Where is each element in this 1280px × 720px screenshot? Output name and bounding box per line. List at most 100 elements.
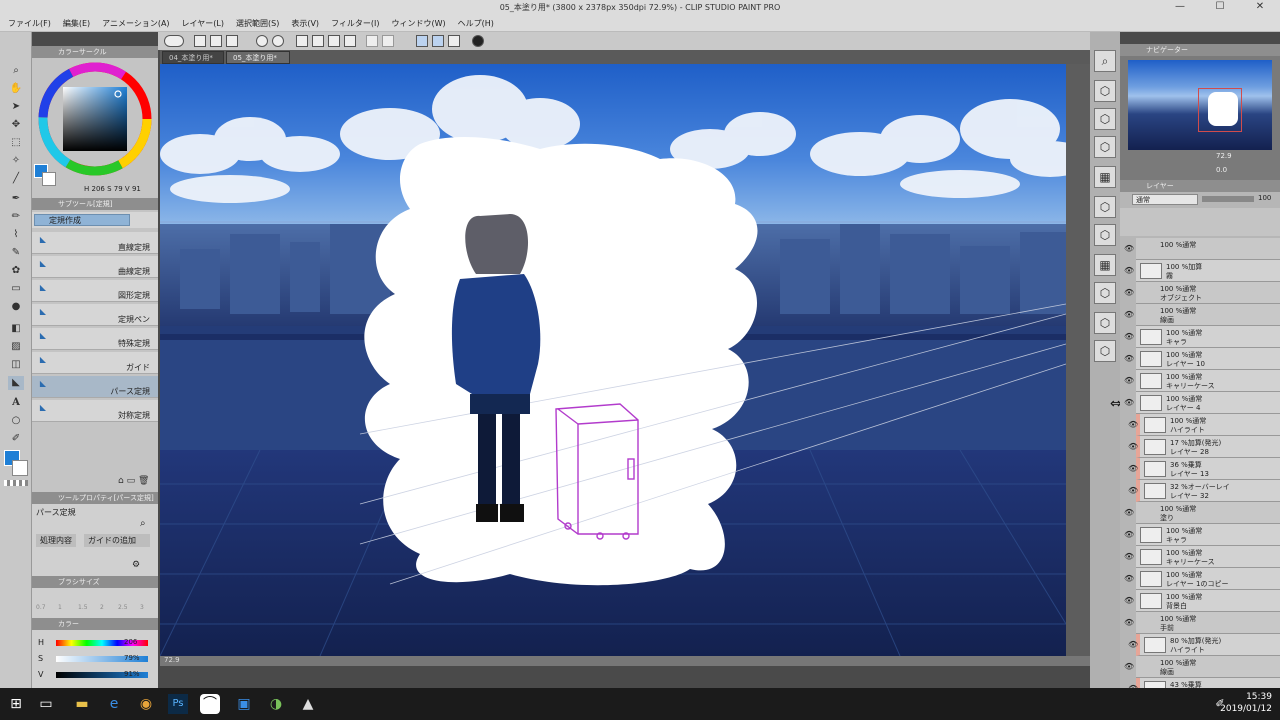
material-icon[interactable]: ⬡	[1094, 340, 1116, 362]
balloon-tool-icon[interactable]: ○	[8, 414, 24, 428]
layer-folder-row[interactable]: 👁 100 %通常 塗り	[1124, 502, 1280, 524]
minimize-button[interactable]: —	[1160, 1, 1200, 15]
menu-help[interactable]: ヘルプ(H)	[450, 16, 498, 29]
visibility-eye-icon[interactable]: 👁	[1124, 332, 1134, 341]
decoration-tool-icon[interactable]: ✿	[8, 264, 24, 278]
layer-row[interactable]: 👁 80 %加算(発光) ハイライト	[1128, 634, 1280, 656]
menu-view[interactable]: 表示(V)	[283, 16, 323, 29]
snap-to-ruler-icon[interactable]	[416, 35, 428, 47]
help-icon[interactable]	[472, 35, 484, 47]
visibility-eye-icon[interactable]: 👁	[1124, 618, 1134, 627]
redo-icon[interactable]	[272, 35, 284, 47]
layer-row[interactable]: 👁 32 %オーバーレイ レイヤー 32	[1128, 480, 1280, 502]
material-icon[interactable]: ⬡	[1094, 282, 1116, 304]
eyedropper-tool-icon[interactable]: ╱	[8, 172, 24, 186]
process-dropdown[interactable]: ガイドの追加	[84, 534, 150, 547]
pencil-tool-icon[interactable]: ✏	[8, 210, 24, 224]
visibility-eye-icon[interactable]: 👁	[1124, 552, 1134, 561]
layer-row[interactable]: 👁 100 %通常 キャラ	[1124, 326, 1280, 348]
layer-row[interactable]: 👁 100 %通常 キャリーケース	[1124, 370, 1280, 392]
visibility-eye-icon[interactable]: 👁	[1124, 596, 1134, 605]
sub-tool-perspective-ruler[interactable]: ◣ パース定規	[32, 376, 158, 398]
visibility-eye-icon[interactable]: 👁	[1128, 464, 1138, 473]
material-icon[interactable]: ▦	[1094, 254, 1116, 276]
ruler-tool-icon[interactable]: ◣	[8, 376, 24, 390]
selection-tool-icon[interactable]: ⬚	[8, 136, 24, 150]
deselect-icon[interactable]	[344, 35, 356, 47]
visibility-eye-icon[interactable]: 👁	[1124, 508, 1134, 517]
menu-file[interactable]: ファイル(F)	[0, 16, 55, 29]
brush-size-option[interactable]: 0.7	[36, 604, 46, 611]
hue-ring[interactable]	[38, 62, 152, 176]
material-icon[interactable]: ⬡	[1094, 224, 1116, 246]
move-tool-icon[interactable]: ✋	[8, 82, 24, 96]
explorer-icon[interactable]: ▬	[72, 694, 92, 714]
menu-window[interactable]: ウィンドウ(W)	[384, 16, 450, 29]
layer-folder-row[interactable]: 👁 100 %通常 線画	[1124, 656, 1280, 678]
tab-document-04[interactable]: 04_本塗り用*	[162, 51, 224, 64]
layer-row[interactable]: 👁 100 %通常 レイヤー 4	[1124, 392, 1280, 414]
color-circle[interactable]	[38, 62, 152, 176]
opacity-value[interactable]: 100	[1258, 194, 1271, 202]
maximize-button[interactable]: ☐	[1200, 1, 1240, 15]
clip-studio-icon[interactable]	[164, 35, 184, 47]
search-icon[interactable]: ⌕	[140, 518, 146, 529]
menu-filter[interactable]: フィルター(I)	[323, 16, 383, 29]
visibility-eye-icon[interactable]: 👁	[1128, 442, 1138, 451]
snap-to-grid-icon[interactable]	[448, 35, 460, 47]
artwork[interactable]	[160, 64, 1066, 656]
photos-icon[interactable]: ▲	[298, 694, 318, 714]
layer-row[interactable]: 👁 100 %通常 背景白	[1124, 590, 1280, 612]
navigator-rotation[interactable]: 0.0	[1216, 166, 1227, 174]
sub-tool-special-ruler[interactable]: ◣ 特殊定規	[32, 328, 158, 350]
windows-start-icon[interactable]: ⊞	[6, 694, 26, 714]
snap-to-special-ruler-icon[interactable]	[432, 35, 444, 47]
layer-row[interactable]: 👁 36 %乗算 レイヤー 13	[1128, 458, 1280, 480]
blend-tool-icon[interactable]: ●	[8, 300, 24, 314]
edge-icon[interactable]: e	[104, 694, 124, 714]
menu-selection[interactable]: 選択範囲(S)	[228, 16, 283, 29]
menu-animation[interactable]: アニメーション(A)	[94, 16, 173, 29]
figure-tool-icon[interactable]: ◫	[8, 358, 24, 372]
save-icon[interactable]	[226, 35, 238, 47]
sub-tool-symmetrical-ruler[interactable]: ◣ 対称定規	[32, 400, 158, 422]
open-file-icon[interactable]	[210, 35, 222, 47]
circle-sub-color[interactable]	[42, 172, 56, 186]
layer-row[interactable]: 👁 100 %通常 レイヤー 10	[1124, 348, 1280, 370]
menu-edit[interactable]: 編集(E)	[55, 16, 94, 29]
navigator-preview[interactable]	[1128, 60, 1272, 150]
brush-size-option[interactable]: 2.5	[118, 604, 128, 611]
visibility-eye-icon[interactable]: 👁	[1124, 530, 1134, 539]
layer-folder-row[interactable]: 👁 100 %通常 オブジェクト	[1124, 282, 1280, 304]
sub-tool-group-tab[interactable]: 定規作成	[34, 214, 130, 226]
visibility-eye-icon[interactable]: 👁	[1128, 420, 1138, 429]
layer-row[interactable]: 👁 17 %加算(発光) レイヤー 28	[1128, 436, 1280, 458]
fill-tool-icon[interactable]: ◧	[8, 322, 24, 336]
material-icon[interactable]: ⬡	[1094, 80, 1116, 102]
tool-property-settings-icon[interactable]: ⚙	[132, 560, 140, 570]
undo-icon[interactable]	[256, 35, 268, 47]
sub-tool-straight-ruler[interactable]: ◣ 直線定規	[32, 232, 158, 254]
brush-size-option[interactable]: 3	[140, 604, 144, 611]
move-layer-tool-icon[interactable]: ✥	[8, 118, 24, 132]
sub-tool-curve-ruler[interactable]: ◣ 曲線定規	[32, 256, 158, 278]
photoshop-icon[interactable]: Ps	[168, 694, 188, 714]
auto-select-tool-icon[interactable]: ✧	[8, 154, 24, 168]
layer-row[interactable]: 👁 100 %通常 レイヤー 1のコピー	[1124, 568, 1280, 590]
invert-selection-icon[interactable]	[366, 35, 378, 47]
pen-tool-icon[interactable]: ✒	[8, 192, 24, 206]
fill-selection-icon[interactable]	[312, 35, 324, 47]
brush-size-option[interactable]: 1.5	[78, 604, 88, 611]
chrome-icon[interactable]: ◉	[136, 694, 156, 714]
close-button[interactable]: ✕	[1240, 1, 1280, 15]
brush-size-option[interactable]: 2	[100, 604, 104, 611]
gradient-tool-icon[interactable]: ▨	[8, 340, 24, 354]
opacity-slider[interactable]	[1202, 196, 1254, 202]
visibility-eye-icon[interactable]: 👁	[1124, 310, 1134, 319]
material-icon[interactable]: ⬡	[1094, 136, 1116, 158]
clip-studio-taskbar-icon[interactable]: ⌒	[200, 694, 220, 714]
visibility-eye-icon[interactable]: 👁	[1124, 662, 1134, 671]
sub-tool-guide[interactable]: ◣ ガイド	[32, 352, 158, 374]
material-icon[interactable]: ⬡	[1094, 108, 1116, 130]
operation-tool-icon[interactable]: ➤	[8, 100, 24, 114]
